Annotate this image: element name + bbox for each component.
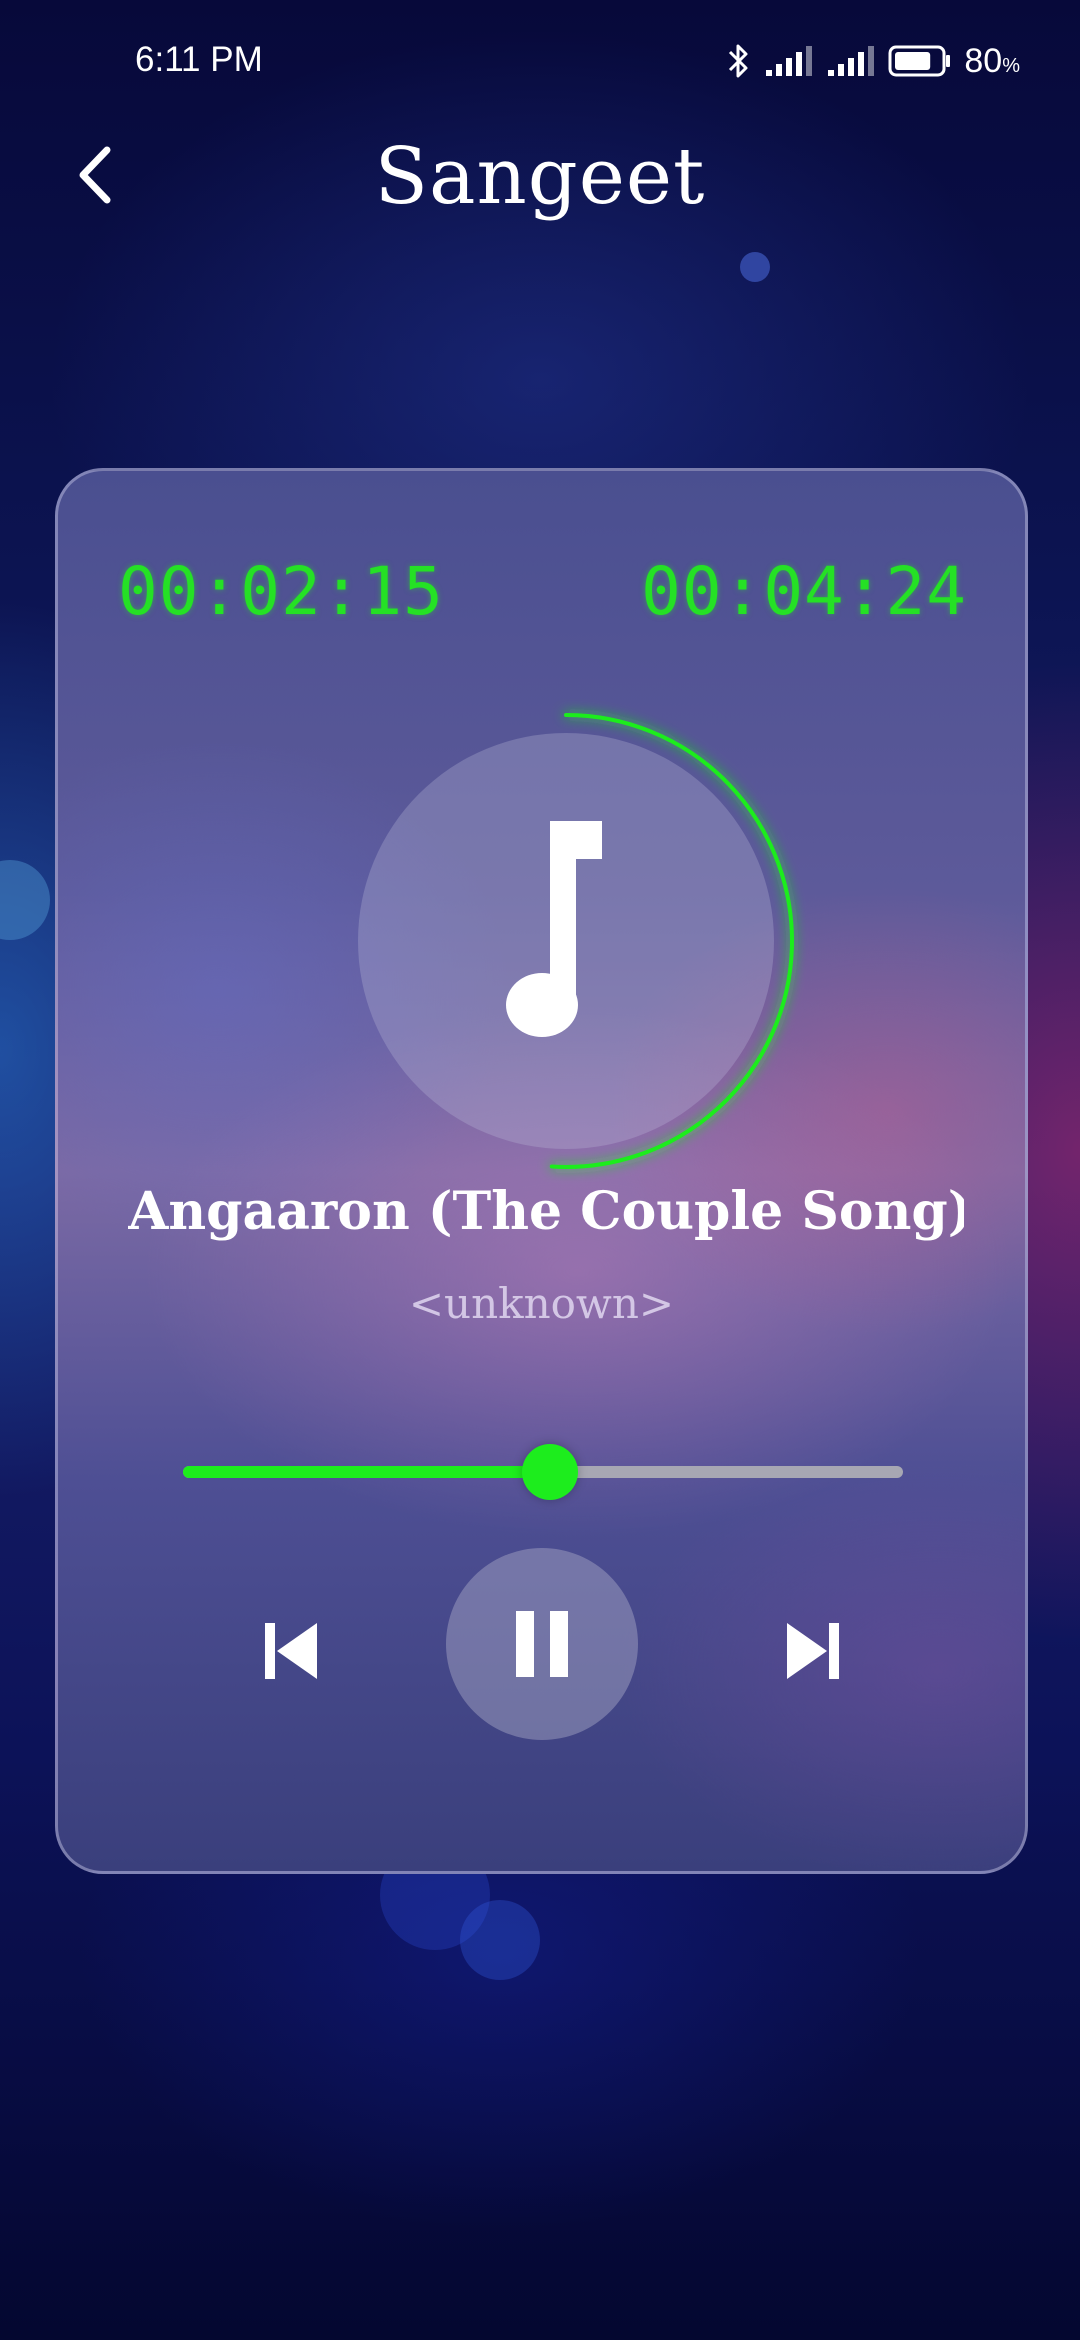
signal-icon: [828, 46, 875, 76]
song-title: Angaaron (The Couple Song) Lyrics: [128, 1181, 964, 1242]
player-card: 00:02:15 00:04:24 Angaaron (The Couple S…: [55, 468, 1028, 1874]
battery-icon: [888, 45, 951, 77]
skip-previous-icon: [265, 1623, 317, 1679]
background-bokeh: [0, 860, 50, 940]
pause-icon: [516, 1611, 568, 1677]
elapsed-time: 00:02:15: [118, 553, 444, 630]
status-time: 6:11 PM: [135, 40, 263, 79]
skip-next-icon: [787, 1623, 839, 1679]
seek-bar[interactable]: [183, 1444, 903, 1500]
status-bar: 6:11 PM 80%: [0, 0, 1080, 120]
next-track-button[interactable]: [768, 1606, 858, 1696]
total-time: 00:04:24: [641, 553, 967, 630]
pause-button[interactable]: [446, 1548, 638, 1740]
previous-track-button[interactable]: [246, 1606, 336, 1696]
song-artist: <unknown>: [408, 1279, 675, 1328]
app-title: Sangeet: [374, 132, 706, 222]
progress-ring: [358, 713, 794, 1169]
seek-thumb[interactable]: [522, 1444, 579, 1500]
battery-percentage: 80%: [964, 41, 1020, 80]
background-bokeh: [740, 252, 770, 282]
signal-icon: [766, 46, 813, 76]
bluetooth-icon: [729, 44, 748, 78]
status-icons: 80%: [726, 38, 1020, 84]
background-bokeh: [460, 1900, 540, 1980]
seek-fill: [183, 1466, 551, 1478]
